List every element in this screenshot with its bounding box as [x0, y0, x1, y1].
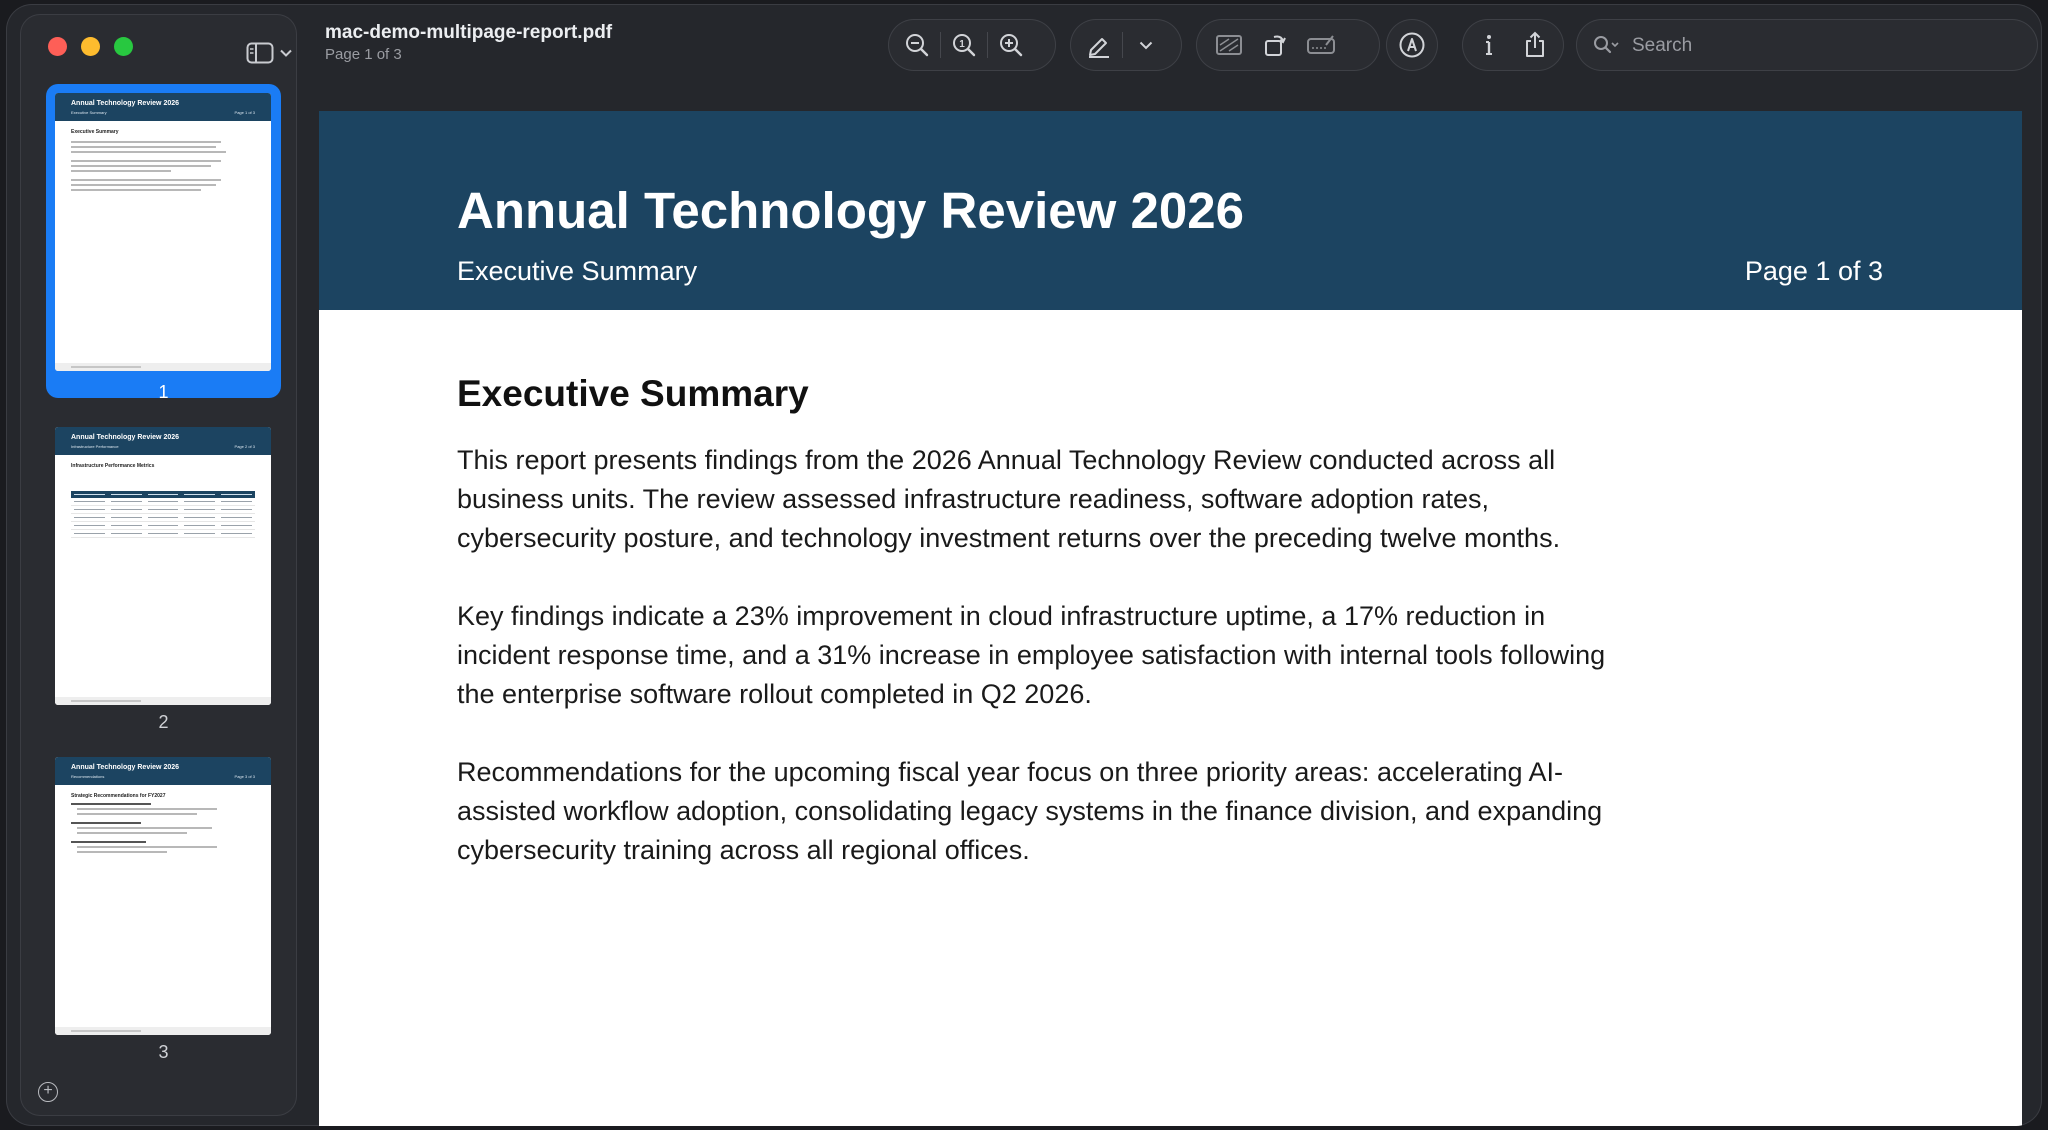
thumbnail-header: Annual Technology Review 2026 Infrastruc…: [55, 427, 271, 455]
thumbnail-text-line: [71, 803, 151, 805]
info-icon: [1486, 35, 1492, 55]
thumbnail-subtitle: Executive Summary: [71, 110, 107, 115]
zoom-out-button[interactable]: [894, 22, 940, 68]
thumbnail-text-line: [71, 189, 201, 191]
add-page-button[interactable]: +: [38, 1082, 58, 1102]
thumbnail-footer: [55, 363, 271, 371]
thumbnail-table: [71, 491, 255, 538]
thumbnail-footer: [55, 697, 271, 705]
highlight-pen-icon: [1089, 38, 1109, 58]
thumbnail-text-line: [71, 165, 211, 167]
search-box[interactable]: [1576, 19, 2038, 71]
thumbnail-preview: Annual Technology Review 2026 Executive …: [55, 93, 271, 371]
thumbnail-text-line: [77, 846, 217, 848]
window-subtitle: Page 1 of 3: [325, 46, 402, 63]
report-subtitle: Executive Summary: [457, 256, 698, 286]
minimize-window-button[interactable]: [81, 37, 100, 56]
thumbnail-page-3[interactable]: Annual Technology Review 2026 Recommenda…: [46, 748, 281, 1078]
thumbnail-text-line: [71, 184, 216, 186]
chevron-down-icon: [280, 49, 292, 57]
thumbnail-text-line: [71, 151, 226, 153]
info-button[interactable]: [1466, 22, 1512, 68]
thumbnail-sidebar: Annual Technology Review 2026 Executive …: [20, 14, 297, 1116]
thumbnail-title: Annual Technology Review 2026: [71, 764, 180, 771]
preview-window: Annual Technology Review 2026 Executive …: [6, 4, 2042, 1126]
thumbnail-header: Annual Technology Review 2026 Recommenda…: [55, 757, 271, 785]
thumbnail-title: Annual Technology Review 2026: [71, 434, 180, 441]
report-header: Annual Technology Review 2026 Executive …: [319, 111, 2022, 310]
document-page: Annual Technology Review 2026 Executive …: [319, 111, 2022, 1126]
thumbnail-number: 2: [158, 712, 169, 732]
thumbnail-text-line: [71, 141, 221, 143]
share-button[interactable]: [1512, 22, 1558, 68]
thumbnail-preview: Annual Technology Review 2026 Recommenda…: [55, 757, 271, 1035]
thumbnail-page-label: Page 1 of 3: [234, 110, 255, 115]
thumbnail-text-line: [71, 822, 141, 824]
thumbnail-text-line: [77, 808, 217, 810]
zoom-out-icon: [906, 34, 929, 57]
thumbnail-footer: [55, 1027, 271, 1035]
report-page-number: Page 1 of 3: [1744, 256, 1883, 286]
crop-image-icon: [1216, 35, 1242, 55]
thumbnail-page-label: Page 2 of 3: [234, 444, 255, 449]
thumbnail-page-label: Page 3 of 3: [234, 774, 255, 779]
thumbnail-text-line: [77, 832, 187, 834]
zoom-in-button[interactable]: [988, 22, 1034, 68]
thumbnail-heading: Executive Summary: [71, 129, 119, 135]
thumbnail-number: 3: [158, 1042, 169, 1062]
highlight-button[interactable]: [1076, 22, 1122, 68]
thumbnail-subtitle: Recommendations: [71, 774, 105, 779]
zoom-in-icon: [1000, 34, 1023, 57]
signature-button[interactable]: [1298, 22, 1344, 68]
report-title: Annual Technology Review 2026: [457, 182, 1244, 239]
thumbnail-text-line: [71, 170, 171, 172]
thumbnail-number: 1: [158, 382, 169, 402]
thumbnail-text-line: [71, 841, 146, 843]
edit-controls: [1196, 19, 1380, 71]
highlight-controls: [1070, 19, 1182, 71]
rotate-icon: [1265, 35, 1286, 56]
markup-button[interactable]: [1389, 22, 1435, 68]
share-icon: [1526, 31, 1544, 57]
chevron-down-icon: [1139, 41, 1153, 49]
markup-control: [1386, 19, 1438, 71]
markup-icon: [1399, 32, 1425, 58]
thumbnail-preview: Annual Technology Review 2026 Infrastruc…: [55, 427, 271, 705]
info-share-controls: [1462, 19, 1564, 71]
thumbnail-text-line: [71, 160, 221, 162]
sidebar-icon: [246, 42, 274, 64]
thumbnail-page-1[interactable]: Annual Technology Review 2026 Executive …: [46, 84, 281, 429]
thumbnail-header: Annual Technology Review 2026 Executive …: [55, 93, 271, 121]
signature-icon: [1307, 35, 1335, 54]
close-window-button[interactable]: [48, 37, 67, 56]
thumbnail-subtitle: Infrastructure Performance: [71, 444, 119, 449]
thumbnail-page-2[interactable]: Annual Technology Review 2026 Infrastruc…: [46, 418, 281, 748]
actual-size-icon: 1: [953, 34, 976, 57]
search-icon: [1594, 36, 1619, 54]
window-title: mac-demo-multipage-report.pdf: [325, 22, 613, 43]
thumbnail-text-line: [77, 827, 212, 829]
thumbnail-heading: Strategic Recommendations for FY2027: [71, 793, 166, 799]
paragraph: Recommendations for the upcoming fiscal …: [457, 757, 1603, 865]
actual-size-button[interactable]: 1: [941, 22, 987, 68]
paragraph: Key findings indicate a 23% improvement …: [457, 601, 1606, 709]
thumbnail-text-line: [77, 813, 197, 815]
sidebar-toggle-button[interactable]: [246, 42, 292, 64]
highlight-options-button[interactable]: [1123, 22, 1169, 68]
thumbnail-title: Annual Technology Review 2026: [71, 100, 180, 107]
thumbnail-heading: Infrastructure Performance Metrics: [71, 463, 155, 469]
paragraph: This report presents findings from the 2…: [457, 445, 1561, 553]
plus-icon: +: [43, 1082, 53, 1099]
search-input[interactable]: [1630, 29, 2024, 63]
zoom-window-button[interactable]: [114, 37, 133, 56]
thumbnail-text-line: [71, 179, 221, 181]
window-controls: [48, 37, 133, 56]
section-heading: Executive Summary: [457, 373, 809, 414]
zoom-controls: 1: [888, 19, 1056, 71]
crop-image-button[interactable]: [1206, 22, 1252, 68]
thumbnail-text-line: [77, 851, 167, 853]
rotate-button[interactable]: [1252, 22, 1298, 68]
thumbnail-text-line: [71, 146, 216, 148]
svg-text:1: 1: [959, 39, 965, 50]
